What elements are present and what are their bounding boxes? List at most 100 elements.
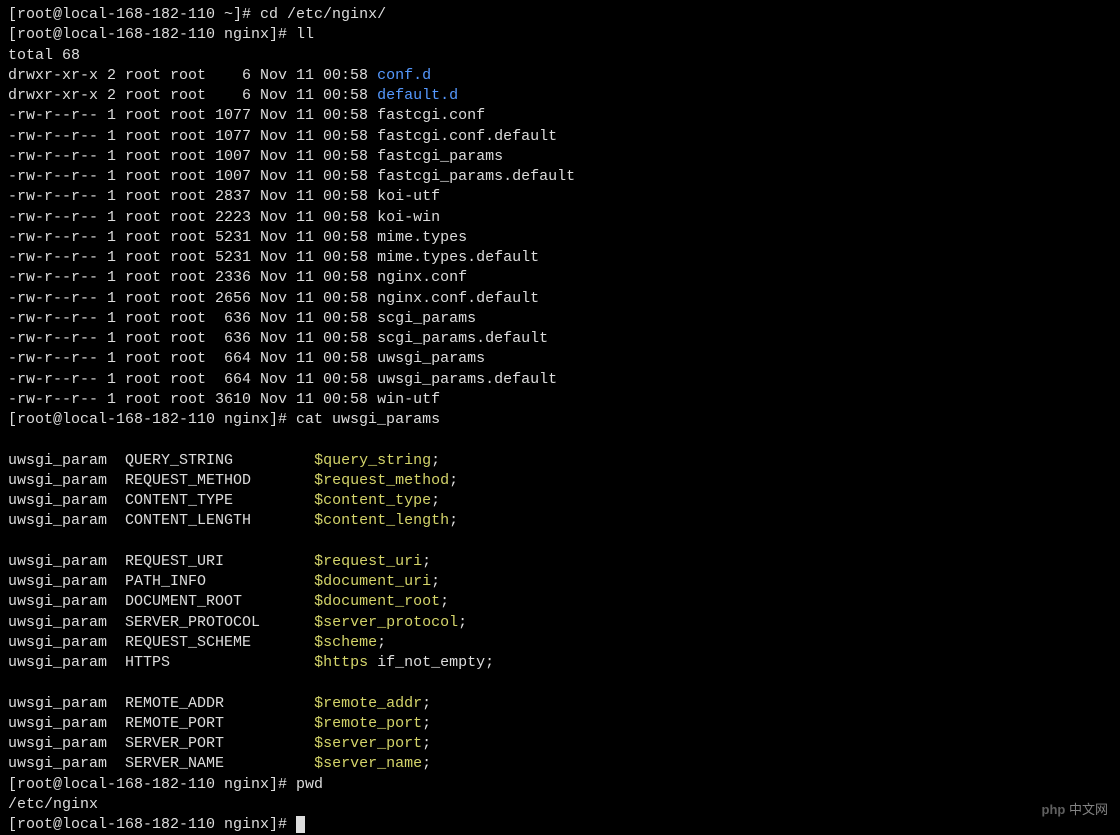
terminal-line: -rw-r--r-- 1 root root 1077 Nov 11 00:58…: [8, 127, 1112, 147]
terminal-line: -rw-r--r-- 1 root root 2837 Nov 11 00:58…: [8, 187, 1112, 207]
variable: $server_protocol: [314, 614, 458, 631]
file-name: mime.types.default: [377, 249, 539, 266]
file-name: mime.types: [377, 229, 467, 246]
file-row-prefix: -rw-r--r-- 1 root root 664 Nov 11 00:58: [8, 371, 377, 388]
variable: $https: [314, 654, 368, 671]
terminal-line: uwsgi_param SERVER_PROTOCOL $server_prot…: [8, 613, 1112, 633]
prompt: [root@local-168-182-110 nginx]#: [8, 816, 296, 833]
watermark-text: 中文网: [1069, 802, 1108, 817]
terminal-line: uwsgi_param QUERY_STRING $query_string;: [8, 451, 1112, 471]
variable: $request_uri: [314, 553, 422, 570]
terminal-line: [8, 430, 1112, 450]
command: ll: [296, 26, 314, 43]
terminal-line: total 68: [8, 46, 1112, 66]
terminal-line: [root@local-168-182-110 nginx]# ll: [8, 25, 1112, 45]
file-name: uwsgi_params: [377, 350, 485, 367]
variable: $remote_addr: [314, 695, 422, 712]
terminal-line: uwsgi_param CONTENT_LENGTH $content_leng…: [8, 511, 1112, 531]
variable: $request_method: [314, 472, 449, 489]
terminal-output[interactable]: [root@local-168-182-110 ~]# cd /etc/ngin…: [8, 5, 1112, 835]
terminal-line: uwsgi_param HTTPS $https if_not_empty;: [8, 653, 1112, 673]
terminal-line: uwsgi_param SERVER_PORT $server_port;: [8, 734, 1112, 754]
terminal-line: [8, 532, 1112, 552]
terminal-line: -rw-r--r-- 1 root root 664 Nov 11 00:58 …: [8, 349, 1112, 369]
file-name: fastcgi.conf.default: [377, 128, 557, 145]
file-name: koi-win: [377, 209, 440, 226]
file-row-prefix: -rw-r--r-- 1 root root 1007 Nov 11 00:58: [8, 168, 377, 185]
terminal-line: -rw-r--r-- 1 root root 636 Nov 11 00:58 …: [8, 329, 1112, 349]
file-row-prefix: -rw-r--r-- 1 root root 2223 Nov 11 00:58: [8, 209, 377, 226]
file-row-prefix: drwxr-xr-x 2 root root 6 Nov 11 00:58: [8, 87, 377, 104]
file-name: scgi_params: [377, 310, 476, 327]
command: cd /etc/nginx/: [260, 6, 386, 23]
file-row-prefix: -rw-r--r-- 1 root root 664 Nov 11 00:58: [8, 350, 377, 367]
file-name: scgi_params.default: [377, 330, 548, 347]
terminal-line: drwxr-xr-x 2 root root 6 Nov 11 00:58 de…: [8, 86, 1112, 106]
variable: $document_uri: [314, 573, 431, 590]
file-name: koi-utf: [377, 188, 440, 205]
file-name: default.d: [377, 87, 458, 104]
prompt: [root@local-168-182-110 nginx]#: [8, 26, 296, 43]
terminal-line: uwsgi_param REMOTE_ADDR $remote_addr;: [8, 694, 1112, 714]
terminal-line: -rw-r--r-- 1 root root 1007 Nov 11 00:58…: [8, 147, 1112, 167]
terminal-line: -rw-r--r-- 1 root root 5231 Nov 11 00:58…: [8, 228, 1112, 248]
file-name: nginx.conf: [377, 269, 467, 286]
variable: $content_type: [314, 492, 431, 509]
terminal-line: drwxr-xr-x 2 root root 6 Nov 11 00:58 co…: [8, 66, 1112, 86]
terminal-line: -rw-r--r-- 1 root root 1077 Nov 11 00:58…: [8, 106, 1112, 126]
terminal-line: [root@local-168-182-110 ~]# cd /etc/ngin…: [8, 5, 1112, 25]
file-row-prefix: -rw-r--r-- 1 root root 636 Nov 11 00:58: [8, 310, 377, 327]
terminal-line: uwsgi_param DOCUMENT_ROOT $document_root…: [8, 592, 1112, 612]
file-row-prefix: drwxr-xr-x 2 root root 6 Nov 11 00:58: [8, 67, 377, 84]
terminal-line: uwsgi_param PATH_INFO $document_uri;: [8, 572, 1112, 592]
file-name: fastcgi.conf: [377, 107, 485, 124]
watermark-tag: php: [1042, 802, 1066, 817]
file-name: fastcgi_params.default: [377, 168, 575, 185]
terminal-line: -rw-r--r-- 1 root root 1007 Nov 11 00:58…: [8, 167, 1112, 187]
terminal-line: -rw-r--r-- 1 root root 2336 Nov 11 00:58…: [8, 268, 1112, 288]
watermark: php 中文网: [1042, 801, 1108, 819]
terminal-line: uwsgi_param CONTENT_TYPE $content_type;: [8, 491, 1112, 511]
cursor[interactable]: [296, 816, 305, 833]
file-row-prefix: -rw-r--r-- 1 root root 636 Nov 11 00:58: [8, 330, 377, 347]
terminal-line: uwsgi_param REQUEST_SCHEME $scheme;: [8, 633, 1112, 653]
terminal-line: [root@local-168-182-110 nginx]# cat uwsg…: [8, 410, 1112, 430]
terminal-line: uwsgi_param REQUEST_URI $request_uri;: [8, 552, 1112, 572]
variable: $content_length: [314, 512, 449, 529]
terminal-line: uwsgi_param REMOTE_PORT $remote_port;: [8, 714, 1112, 734]
variable: $server_port: [314, 735, 422, 752]
terminal-line: -rw-r--r-- 1 root root 636 Nov 11 00:58 …: [8, 309, 1112, 329]
terminal-line: -rw-r--r-- 1 root root 664 Nov 11 00:58 …: [8, 370, 1112, 390]
file-row-prefix: -rw-r--r-- 1 root root 1007 Nov 11 00:58: [8, 148, 377, 165]
file-row-prefix: -rw-r--r-- 1 root root 5231 Nov 11 00:58: [8, 229, 377, 246]
prompt: [root@local-168-182-110 nginx]#: [8, 776, 296, 793]
file-name: nginx.conf.default: [377, 290, 539, 307]
terminal-line: uwsgi_param SERVER_NAME $server_name;: [8, 754, 1112, 774]
file-name: fastcgi_params: [377, 148, 503, 165]
file-row-prefix: -rw-r--r-- 1 root root 5231 Nov 11 00:58: [8, 249, 377, 266]
command: pwd: [296, 776, 323, 793]
terminal-line: uwsgi_param REQUEST_METHOD $request_meth…: [8, 471, 1112, 491]
file-row-prefix: -rw-r--r-- 1 root root 2656 Nov 11 00:58: [8, 290, 377, 307]
variable: $remote_port: [314, 715, 422, 732]
terminal-line: [8, 673, 1112, 693]
file-name: win-utf: [377, 391, 440, 408]
file-row-prefix: -rw-r--r-- 1 root root 2336 Nov 11 00:58: [8, 269, 377, 286]
terminal-line: -rw-r--r-- 1 root root 2656 Nov 11 00:58…: [8, 289, 1112, 309]
variable: $document_root: [314, 593, 440, 610]
variable: $query_string: [314, 452, 431, 469]
variable: $scheme: [314, 634, 377, 651]
variable: $server_name: [314, 755, 422, 772]
terminal-line: /etc/nginx: [8, 795, 1112, 815]
file-row-prefix: -rw-r--r-- 1 root root 2837 Nov 11 00:58: [8, 188, 377, 205]
terminal-line: -rw-r--r-- 1 root root 5231 Nov 11 00:58…: [8, 248, 1112, 268]
file-name: conf.d: [377, 67, 431, 84]
command: cat uwsgi_params: [296, 411, 440, 428]
file-row-prefix: -rw-r--r-- 1 root root 3610 Nov 11 00:58: [8, 391, 377, 408]
prompt: [root@local-168-182-110 nginx]#: [8, 411, 296, 428]
file-name: uwsgi_params.default: [377, 371, 557, 388]
terminal-line: -rw-r--r-- 1 root root 2223 Nov 11 00:58…: [8, 208, 1112, 228]
terminal-line: -rw-r--r-- 1 root root 3610 Nov 11 00:58…: [8, 390, 1112, 410]
prompt: [root@local-168-182-110 ~]#: [8, 6, 260, 23]
terminal-line: [root@local-168-182-110 nginx]# pwd: [8, 775, 1112, 795]
